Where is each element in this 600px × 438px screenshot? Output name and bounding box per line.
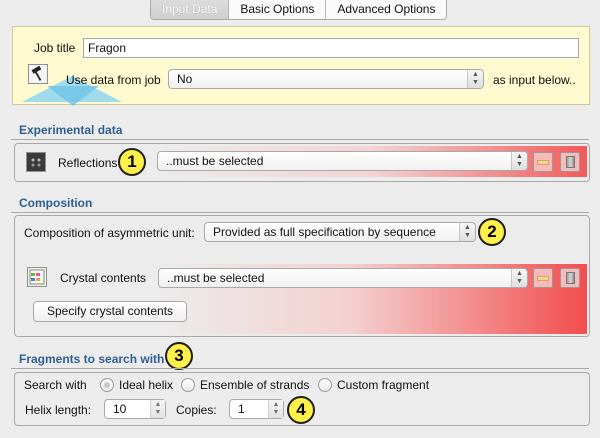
ideal-helix-radio[interactable] [100,378,114,392]
asym-unit-select[interactable]: Provided as full specification by sequen… [204,222,476,242]
copies-label: Copies: [176,403,217,417]
divider [11,368,589,369]
view-data-icon[interactable] [533,152,553,172]
copies-value: 1 [238,402,245,416]
composition-title: Composition [19,196,93,210]
use-data-select[interactable]: No ▲ ▼ [168,69,484,89]
divider [11,212,589,213]
crystal-contents-select[interactable]: ..must be selected ▲ ▼ [158,268,528,288]
divider [11,139,589,140]
callout-badge-4: 4 [287,396,315,424]
custom-fragment-radio[interactable] [318,378,332,392]
tab-input-data[interactable]: Input Data [151,0,230,19]
asym-unit-value: Provided as full specification by sequen… [213,225,436,239]
select-arrows-icon: ▲ ▼ [511,152,527,170]
tab-basic-options[interactable]: Basic Options [229,0,327,19]
callout-badge-3: 3 [165,342,193,370]
ensemble-of-strands-radio[interactable] [181,378,195,392]
helix-length-spinbox[interactable]: 10 ▲ ▼ [104,399,166,419]
select-arrows-icon: ▲ ▼ [511,269,527,287]
tab-bar: Input Data Basic Options Advanced Option… [150,0,448,20]
crystal-contents-icon [27,267,47,287]
select-arrows-icon: ▲ ▼ [459,223,475,241]
search-with-label: Search with [24,378,87,392]
select-arrows-icon: ▲ ▼ [467,70,483,88]
ideal-helix-label: Ideal helix [119,378,174,392]
helix-length-label: Helix length: [25,403,92,417]
reflections-icon [26,152,46,172]
pyramid-decoration-lower [47,86,99,106]
fragments-title: Fragments to search with [19,352,165,366]
database-icon[interactable] [560,152,580,172]
callout-badge-1: 1 [118,148,146,176]
custom-fragment-label: Custom fragment [337,378,430,392]
copies-spinbox[interactable]: 1 ▲ ▼ [229,399,284,419]
database-icon[interactable] [560,268,580,288]
asym-unit-label: Composition of asymmetric unit: [24,226,195,240]
use-data-value: No [177,72,193,86]
tab-advanced-options[interactable]: Advanced Options [326,0,447,19]
spin-arrows-icon[interactable]: ▲ ▼ [268,400,283,418]
crystal-contents-value: ..must be selected [167,271,265,285]
crystal-contents-label: Crystal contents [60,271,147,285]
view-data-icon[interactable] [533,268,553,288]
use-data-label: Use data from job [66,73,161,87]
reflections-select[interactable]: ..must be selected ▲ ▼ [157,151,528,171]
specify-crystal-contents-button[interactable]: Specify crystal contents [33,301,187,322]
ensemble-of-strands-label: Ensemble of strands [200,378,310,392]
reflections-label: Reflections [58,156,118,170]
callout-badge-2: 2 [478,218,506,246]
input-below-label: as input below.. [493,73,576,87]
experimental-data-title: Experimental data [19,123,123,137]
job-title-input[interactable] [83,38,579,58]
spin-arrows-icon[interactable]: ▲ ▼ [150,400,165,418]
hammer-icon[interactable] [28,64,48,84]
job-title-label: Job title [34,41,76,55]
reflections-value: ..must be selected [166,154,264,168]
helix-length-value: 10 [113,402,127,416]
